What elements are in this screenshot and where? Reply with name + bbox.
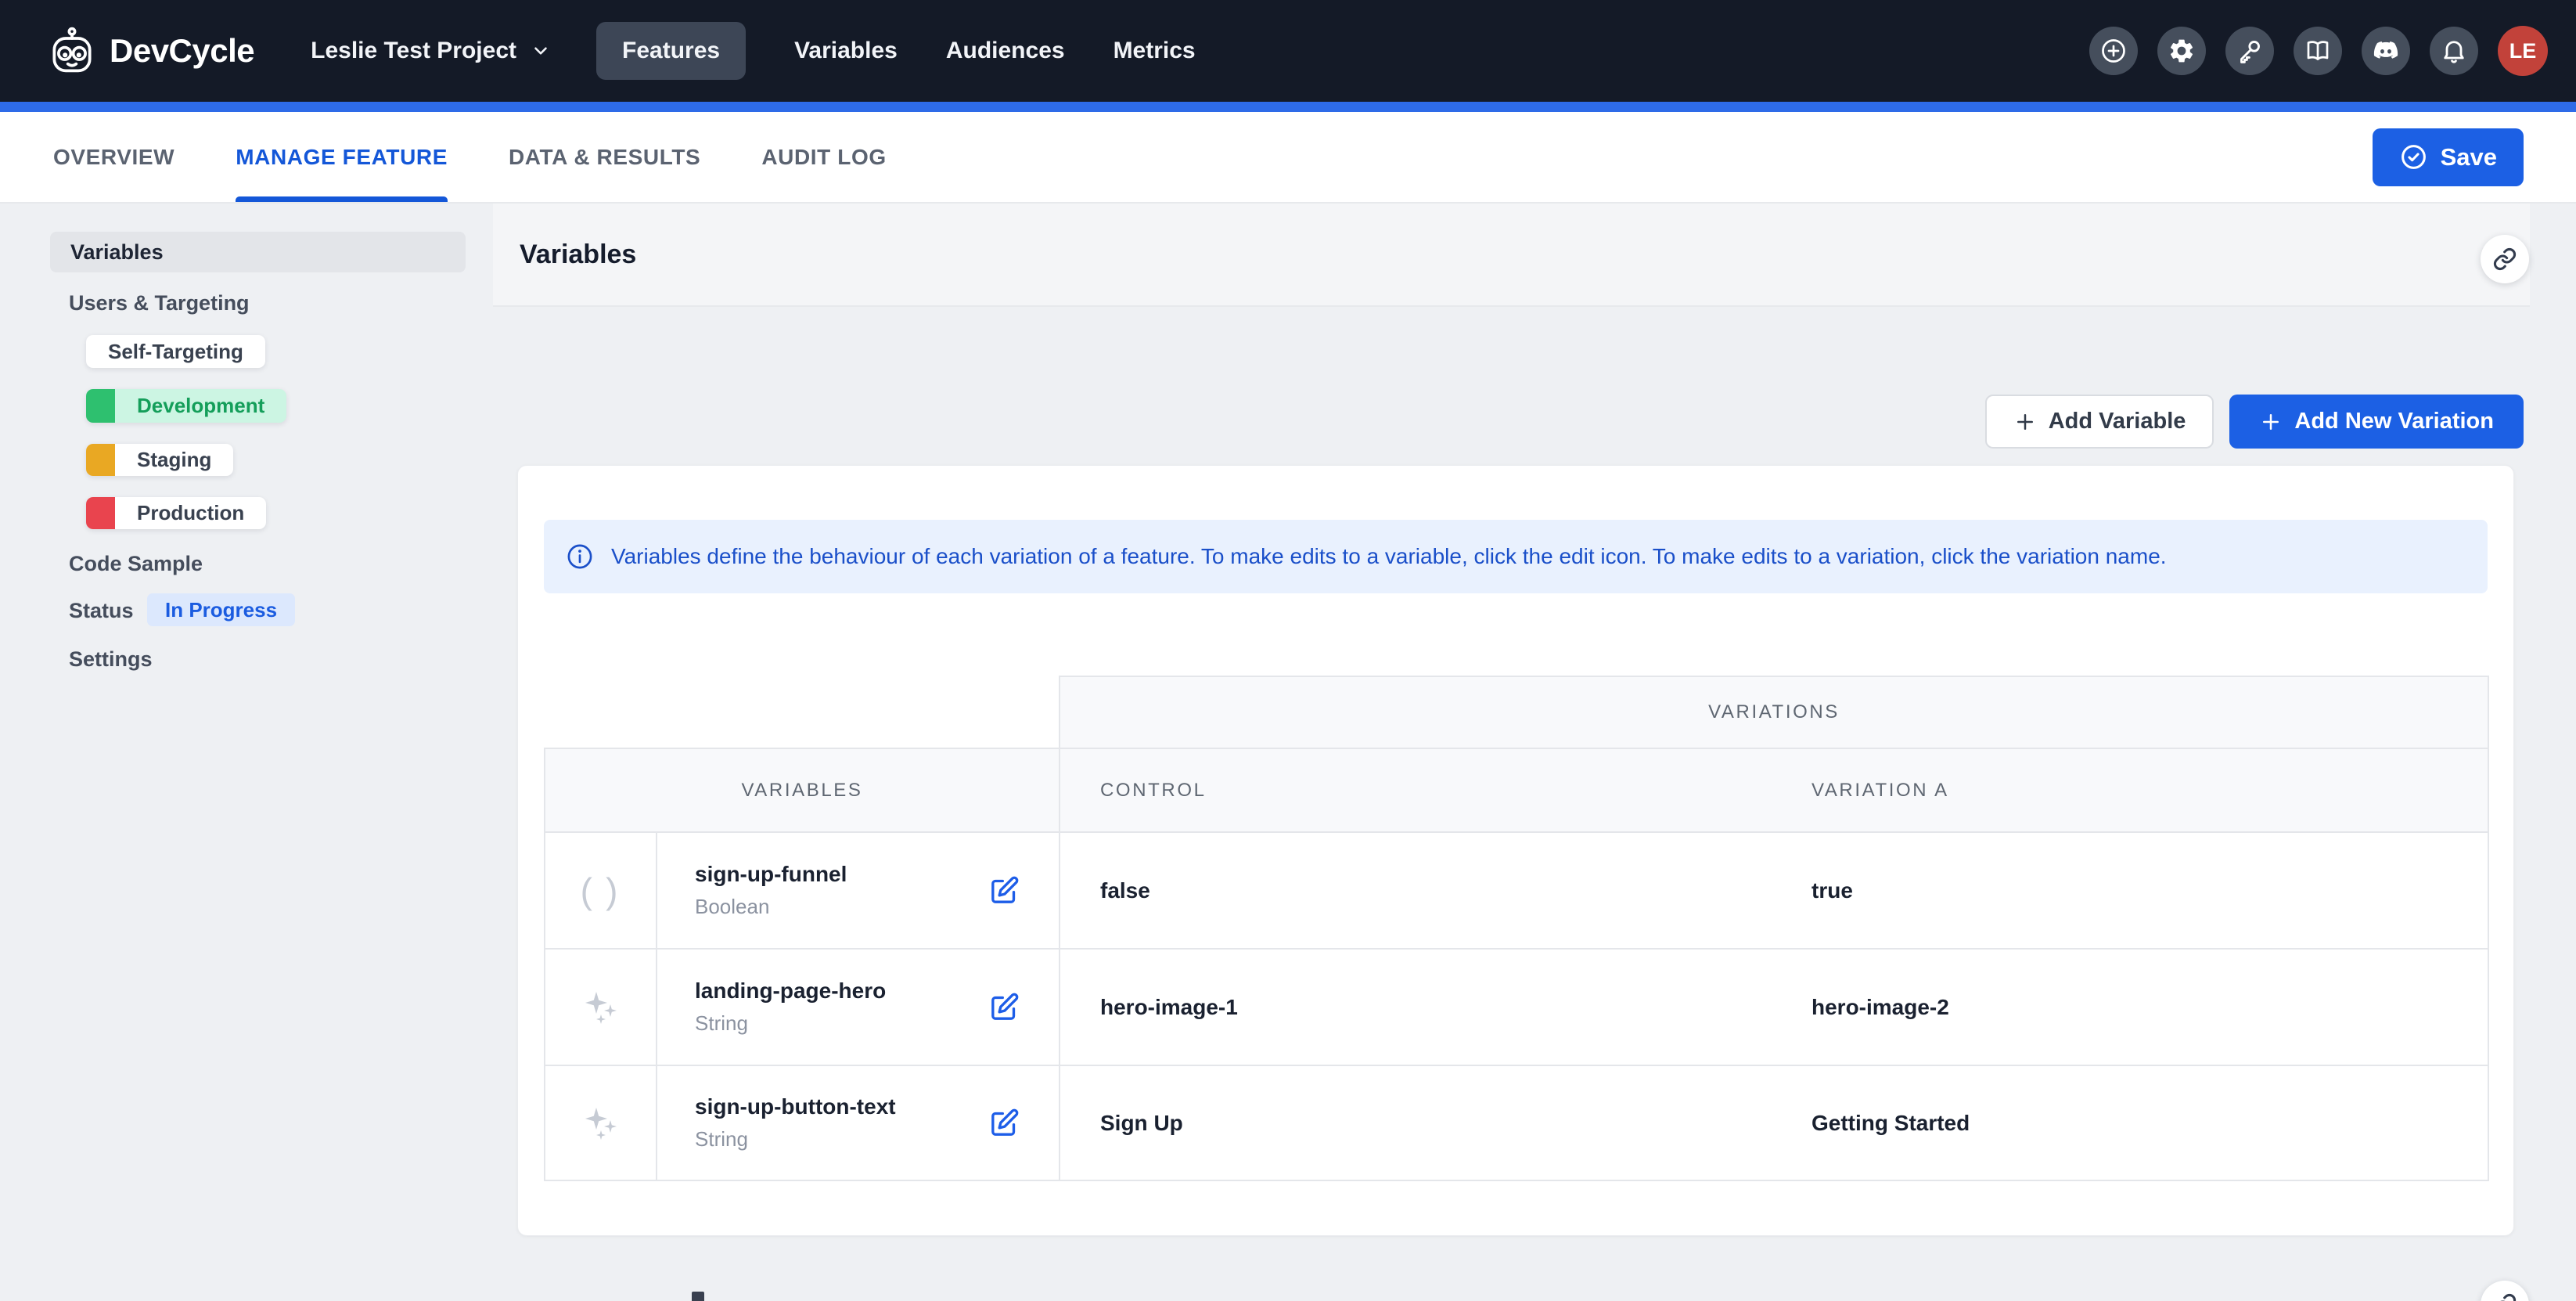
add-new-variation-label: Add New Variation [2294, 409, 2494, 434]
table-corner-spacer [544, 676, 1059, 748]
env-color-swatch [86, 389, 115, 423]
variation-a-value-cell: true [1768, 831, 2489, 948]
nav-item-variables[interactable]: Variables [794, 22, 898, 80]
sidebar-env-development[interactable]: Development [86, 389, 286, 423]
feature-tabbar: OVERVIEW MANAGE FEATURE DATA & RESULTS A… [0, 112, 2576, 204]
add-variable-label: Add Variable [2049, 409, 2186, 434]
devcycle-robot-icon [47, 26, 97, 76]
settings-button[interactable] [2157, 27, 2206, 75]
section-link-button[interactable] [2481, 235, 2529, 283]
plus-icon [2013, 410, 2037, 434]
column-header-variables: VARIABLES [544, 748, 1059, 831]
docs-button[interactable] [2294, 27, 2342, 75]
link-icon [2492, 247, 2517, 272]
devcycle-logo[interactable]: DevCycle [47, 26, 254, 76]
sidebar-item-code-sample[interactable]: Code Sample [69, 552, 203, 576]
sidebar-item-settings[interactable]: Settings [69, 647, 153, 672]
book-icon [2304, 37, 2332, 65]
variation-a-value-cell: hero-image-2 [1768, 948, 2489, 1065]
page-title: Variables [520, 240, 636, 270]
notifications-button[interactable] [2430, 27, 2478, 75]
key-icon [2236, 37, 2264, 65]
tab-overview[interactable]: OVERVIEW [53, 112, 174, 202]
env-color-swatch [86, 497, 115, 529]
variables-table: VARIATIONS VARIABLES CONTROL VARIATION A… [544, 676, 2488, 1181]
plus-icon [2259, 410, 2283, 434]
bell-icon [2440, 37, 2468, 65]
env-label: Self-Targeting [86, 335, 265, 368]
accent-bar [0, 102, 2576, 112]
nav-item-features[interactable]: Features [596, 22, 746, 80]
info-icon [566, 542, 594, 571]
nav-item-audiences[interactable]: Audiences [946, 22, 1065, 80]
gear-icon [2168, 37, 2196, 65]
column-header-control[interactable]: CONTROL [1059, 748, 1768, 831]
next-section-link-button[interactable] [2481, 1281, 2529, 1301]
control-value-cell: hero-image-1 [1059, 948, 1768, 1065]
feature-sidebar: Variables Users & Targeting Self-Targeti… [0, 204, 493, 1301]
chevron-down-icon [531, 41, 551, 61]
add-variable-button[interactable]: Add Variable [1985, 395, 2214, 449]
check-circle-icon [2399, 142, 2428, 171]
add-new-variation-button[interactable]: Add New Variation [2229, 395, 2524, 449]
variation-a-value-cell: Getting Started [1768, 1065, 2489, 1181]
project-name: Leslie Test Project [311, 38, 516, 64]
env-label: Staging [115, 444, 233, 476]
nav-item-metrics[interactable]: Metrics [1114, 22, 1196, 80]
sidebar-item-status: Status [69, 599, 134, 623]
add-circle-icon [2099, 37, 2128, 65]
sidebar-item-users-targeting[interactable]: Users & Targeting [69, 291, 250, 315]
edit-variable-button[interactable] [987, 1106, 1021, 1141]
string-sparkles-icon [582, 989, 620, 1026]
string-sparkles-icon [582, 1105, 620, 1142]
info-banner-text: Variables define the behaviour of each v… [611, 544, 2167, 569]
navbar-actions: LE [2089, 26, 2548, 76]
variation-actions: Add Variable Add New Variation [1985, 395, 2524, 449]
tab-audit-log[interactable]: AUDIT LOG [761, 112, 886, 202]
variable-name-cell: sign-up-button-text String [656, 1065, 1059, 1181]
edit-variable-button[interactable] [987, 874, 1021, 908]
below-fold-content-peek [692, 1292, 704, 1301]
project-selector[interactable]: Leslie Test Project [311, 38, 551, 64]
variable-name-cell: landing-page-hero String [656, 948, 1059, 1065]
variable-type-cell [544, 948, 656, 1065]
variable-type-cell: ( ) [544, 831, 656, 948]
env-color-swatch [86, 444, 115, 476]
sidebar-env-staging[interactable]: Staging [86, 444, 233, 476]
tab-manage-feature[interactable]: MANAGE FEATURE [236, 112, 448, 202]
api-keys-button[interactable] [2225, 27, 2274, 75]
tab-data-results[interactable]: DATA & RESULTS [509, 112, 700, 202]
boolean-parentheses-icon: ( ) [581, 870, 621, 912]
info-banner: Variables define the behaviour of each v… [544, 520, 2488, 593]
variable-name-cell: sign-up-funnel Boolean [656, 831, 1059, 948]
variable-type-cell [544, 1065, 656, 1181]
discord-icon [2372, 37, 2400, 65]
status-badge[interactable]: In Progress [147, 593, 295, 626]
user-avatar[interactable]: LE [2498, 26, 2548, 76]
sidebar-env-self-targeting[interactable]: Self-Targeting [86, 335, 265, 368]
save-label: Save [2441, 143, 2497, 171]
section-header: Variables [493, 204, 2530, 307]
control-value-cell: Sign Up [1059, 1065, 1768, 1181]
env-label: Development [115, 389, 286, 423]
sidebar-item-variables[interactable]: Variables [50, 232, 466, 272]
primary-nav: Features Variables Audiences Metrics [596, 22, 1196, 80]
main-panel: Variables Add Variable Add New Variation [493, 204, 2530, 1301]
feature-tabs: OVERVIEW MANAGE FEATURE DATA & RESULTS A… [53, 112, 887, 202]
link-icon [2492, 1292, 2517, 1301]
edit-variable-button[interactable] [987, 990, 1021, 1025]
env-label: Production [115, 497, 266, 529]
devcycle-app: DevCycle Leslie Test Project Features Va… [0, 0, 2576, 1301]
variables-card: Variables define the behaviour of each v… [517, 465, 2514, 1236]
column-header-variation-a[interactable]: VARIATION A [1768, 748, 2489, 831]
save-button[interactable]: Save [2373, 128, 2524, 186]
column-group-variations: VARIATIONS [1059, 676, 2489, 748]
brand-name: DevCycle [110, 32, 254, 70]
sidebar-env-production[interactable]: Production [86, 497, 266, 529]
discord-button[interactable] [2362, 27, 2410, 75]
control-value-cell: false [1059, 831, 1768, 948]
top-navbar: DevCycle Leslie Test Project Features Va… [0, 0, 2576, 102]
add-circle-button[interactable] [2089, 27, 2138, 75]
